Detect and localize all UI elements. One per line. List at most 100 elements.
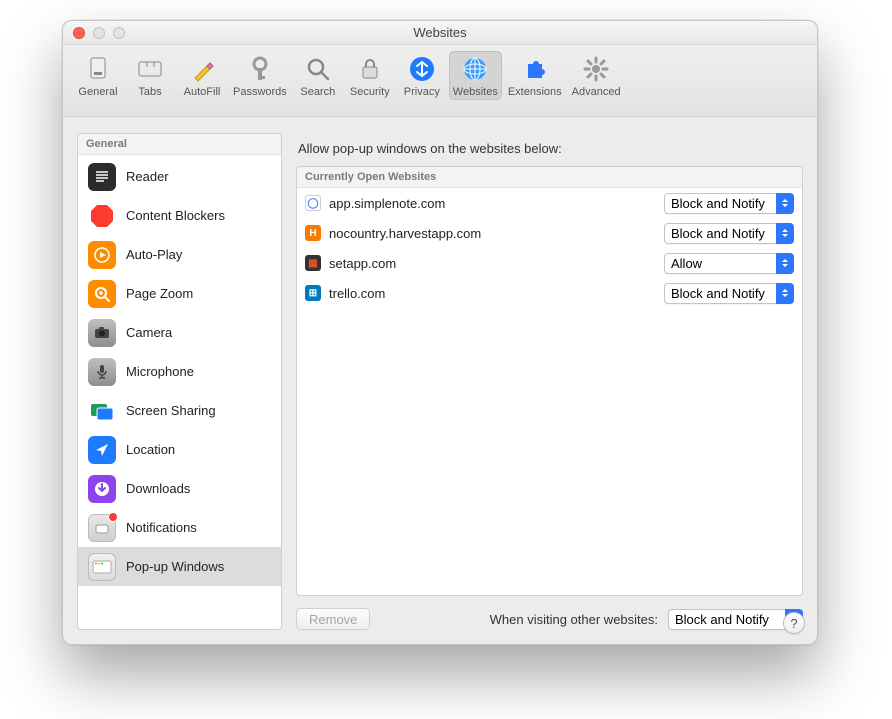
popup-windows-icon: [88, 553, 116, 581]
setting-select[interactable]: Block and Notify: [664, 193, 794, 214]
toolbar-item-security[interactable]: Security: [345, 51, 395, 100]
toolbar-item-extensions[interactable]: Extensions: [504, 51, 566, 100]
toolbar-item-label: Privacy: [404, 86, 440, 98]
security-icon: [355, 54, 385, 84]
privacy-icon: [407, 54, 437, 84]
site-favicon: H: [305, 225, 321, 241]
sidebar-item-downloads[interactable]: Downloads: [78, 469, 281, 508]
reader-icon: [88, 163, 116, 191]
toolbar-item-advanced[interactable]: Advanced: [568, 51, 625, 100]
websites-icon: [460, 54, 490, 84]
titlebar: Websites: [63, 21, 817, 45]
setting-select-wrap: Block and Notify: [664, 223, 794, 244]
table-rows: ◯ app.simplenote.com Block and Notify H …: [297, 188, 802, 595]
sidebar-item-autoplay[interactable]: Auto-Play: [78, 235, 281, 274]
sidebar-item-label: Camera: [126, 325, 172, 340]
table-row[interactable]: ▦ setapp.com Allow: [297, 248, 802, 278]
setting-select-wrap: Allow: [664, 253, 794, 274]
window-title: Websites: [413, 25, 466, 40]
toolbar-item-label: Security: [350, 86, 390, 98]
sidebar-item-pagezoom[interactable]: Page Zoom: [78, 274, 281, 313]
toolbar-item-websites[interactable]: Websites: [449, 51, 502, 100]
sidebar-item-label: Auto-Play: [126, 247, 182, 262]
sidebar-item-label: Microphone: [126, 364, 194, 379]
sidebar-item-microphone[interactable]: Microphone: [78, 352, 281, 391]
toolbar-item-label: Extensions: [508, 86, 562, 98]
site-domain: setapp.com: [329, 256, 656, 271]
site-favicon: ◯: [305, 195, 321, 211]
site-domain: app.simplenote.com: [329, 196, 656, 211]
websites-table: Currently Open Websites ◯ app.simplenote…: [296, 166, 803, 596]
site-domain: nocountry.harvestapp.com: [329, 226, 656, 241]
minimize-window-button[interactable]: [93, 27, 105, 39]
toolbar-item-autofill[interactable]: AutoFill: [177, 51, 227, 100]
toolbar-item-search[interactable]: Search: [293, 51, 343, 100]
downloads-icon: [88, 475, 116, 503]
sidebar-item-label: Content Blockers: [126, 208, 225, 223]
toolbar-item-tabs[interactable]: Tabs: [125, 51, 175, 100]
autoplay-icon: [88, 241, 116, 269]
setting-select[interactable]: Block and Notify: [664, 223, 794, 244]
sidebar-item-contentblockers[interactable]: Content Blockers: [78, 196, 281, 235]
sidebar-item-label: Page Zoom: [126, 286, 193, 301]
prefs-toolbar: General Tabs AutoFill Passwords Search: [63, 45, 817, 117]
table-header: Currently Open Websites: [297, 167, 802, 188]
sidebar-item-screensharing[interactable]: Screen Sharing: [78, 391, 281, 430]
sidebar-item-label: Reader: [126, 169, 169, 184]
passwords-icon: [245, 54, 275, 84]
sidebar-item-notifications[interactable]: Notifications: [78, 508, 281, 547]
general-icon: [83, 54, 113, 84]
pane-heading: Allow pop-up windows on the websites bel…: [298, 141, 803, 156]
traffic-lights: [73, 27, 125, 39]
default-setting-label: When visiting other websites:: [490, 612, 658, 627]
pagezoom-icon: [88, 280, 116, 308]
sidebar-section-header: General: [78, 134, 281, 155]
toolbar-item-label: Advanced: [572, 86, 621, 98]
tabs-icon: [135, 54, 165, 84]
toolbar-item-label: Passwords: [233, 86, 287, 98]
content-area: General Reader Content Blockers Auto-Pla…: [63, 117, 817, 644]
setting-select[interactable]: Block and Notify: [664, 283, 794, 304]
toolbar-item-label: AutoFill: [184, 86, 221, 98]
sidebar-item-popups[interactable]: Pop-up Windows: [78, 547, 281, 586]
site-favicon: ⊞: [305, 285, 321, 301]
settings-pane: Allow pop-up windows on the websites bel…: [296, 133, 803, 630]
autofill-icon: [187, 54, 217, 84]
toolbar-item-label: General: [78, 86, 117, 98]
advanced-icon: [581, 54, 611, 84]
site-favicon: ▦: [305, 255, 321, 271]
table-row[interactable]: ◯ app.simplenote.com Block and Notify: [297, 188, 802, 218]
close-window-button[interactable]: [73, 27, 85, 39]
sidebar-item-label: Pop-up Windows: [126, 559, 224, 574]
location-icon: [88, 436, 116, 464]
table-row[interactable]: H nocountry.harvestapp.com Block and Not…: [297, 218, 802, 248]
content-blockers-icon: [88, 202, 116, 230]
extensions-icon: [520, 54, 550, 84]
table-row[interactable]: ⊞ trello.com Block and Notify: [297, 278, 802, 308]
preferences-window: Websites General Tabs AutoFill Password: [62, 20, 818, 645]
setting-select-wrap: Block and Notify: [664, 283, 794, 304]
sidebar-item-label: Location: [126, 442, 175, 457]
sidebar-item-camera[interactable]: Camera: [78, 313, 281, 352]
sidebar-list: Reader Content Blockers Auto-Play Page Z…: [78, 155, 281, 629]
sidebar-item-label: Notifications: [126, 520, 197, 535]
zoom-window-button[interactable]: [113, 27, 125, 39]
pane-footer: Remove When visiting other websites: Blo…: [296, 596, 803, 630]
notifications-badge: [108, 512, 118, 522]
sidebar-item-label: Downloads: [126, 481, 190, 496]
help-button[interactable]: ?: [783, 612, 805, 634]
search-icon: [303, 54, 333, 84]
remove-button[interactable]: Remove: [296, 608, 370, 630]
toolbar-item-general[interactable]: General: [73, 51, 123, 100]
screensharing-icon: [88, 397, 116, 425]
sidebar-item-reader[interactable]: Reader: [78, 157, 281, 196]
sidebar-item-location[interactable]: Location: [78, 430, 281, 469]
toolbar-item-label: Search: [300, 86, 335, 98]
toolbar-item-passwords[interactable]: Passwords: [229, 51, 291, 100]
setting-select[interactable]: Allow: [664, 253, 794, 274]
toolbar-item-privacy[interactable]: Privacy: [397, 51, 447, 100]
toolbar-item-label: Websites: [453, 86, 498, 98]
toolbar-item-label: Tabs: [138, 86, 161, 98]
sidebar: General Reader Content Blockers Auto-Pla…: [77, 133, 282, 630]
site-domain: trello.com: [329, 286, 656, 301]
